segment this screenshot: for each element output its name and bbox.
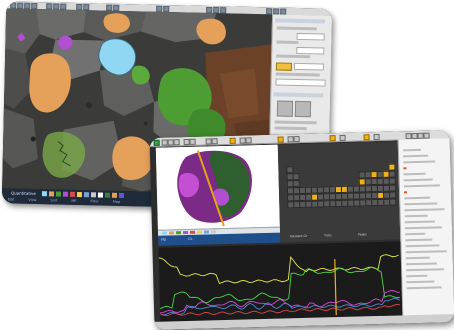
periodic-table-panel[interactable]: Element Gr Ticks Peaks bbox=[277, 141, 401, 243]
periodic-legend-label: Peaks bbox=[358, 232, 367, 237]
legend-swatch[interactable] bbox=[104, 192, 111, 198]
element-list-row[interactable] bbox=[403, 172, 426, 176]
settings-row bbox=[276, 40, 299, 44]
grain-image-panel[interactable] bbox=[155, 144, 280, 230]
element-list-row[interactable] bbox=[405, 232, 426, 236]
periodic-legend-label: Element Gr bbox=[290, 233, 308, 239]
legend-swatch[interactable] bbox=[111, 192, 118, 198]
settings-field[interactable] bbox=[296, 32, 325, 41]
element-list-row[interactable] bbox=[406, 268, 445, 272]
settings-field[interactable] bbox=[275, 78, 326, 87]
settings-field[interactable] bbox=[296, 46, 325, 55]
toolbar-icon[interactable] bbox=[423, 132, 430, 139]
toolbar-icon[interactable] bbox=[339, 134, 346, 141]
element-list-row[interactable] bbox=[403, 184, 440, 188]
settings-row bbox=[274, 126, 307, 131]
status-tab[interactable]: View bbox=[28, 198, 36, 202]
element-cell[interactable] bbox=[389, 198, 397, 206]
element-list-row[interactable] bbox=[406, 286, 442, 290]
element-list-row[interactable] bbox=[402, 148, 421, 152]
legend-swatch[interactable] bbox=[62, 191, 69, 197]
legend-swatch[interactable] bbox=[69, 191, 76, 197]
preview-box[interactable] bbox=[276, 100, 294, 117]
legend-swatch[interactable] bbox=[41, 191, 48, 197]
element-list-row[interactable] bbox=[404, 226, 443, 230]
color-swatch[interactable] bbox=[175, 231, 182, 235]
legend-swatch[interactable] bbox=[48, 191, 55, 197]
status-tab[interactable]: Sort bbox=[50, 198, 57, 202]
settings-field[interactable] bbox=[293, 62, 325, 71]
legend-swatch[interactable] bbox=[83, 192, 90, 198]
element-list-row[interactable] bbox=[404, 202, 438, 206]
toolbar-icon[interactable] bbox=[211, 137, 218, 144]
highlight-tool-icon[interactable] bbox=[277, 135, 284, 143]
element-list-row[interactable] bbox=[406, 280, 435, 284]
status-tab[interactable]: Filter bbox=[90, 199, 98, 203]
element-list-row[interactable] bbox=[403, 178, 433, 182]
settings-row bbox=[275, 72, 320, 77]
element-list-row[interactable] bbox=[403, 167, 407, 170]
color-swatch[interactable] bbox=[182, 230, 189, 235]
phase-legend bbox=[41, 191, 125, 199]
color-swatch[interactable] bbox=[203, 230, 210, 234]
element-list-row[interactable] bbox=[405, 250, 447, 254]
highlight-tool-icon[interactable] bbox=[363, 133, 370, 140]
color-swatch[interactable] bbox=[168, 231, 175, 235]
toolbar-icon[interactable] bbox=[189, 138, 196, 145]
settings-row bbox=[276, 26, 317, 31]
apply-button[interactable] bbox=[275, 62, 293, 71]
legend-swatch[interactable] bbox=[76, 191, 83, 198]
status-tab[interactable]: Map bbox=[113, 200, 120, 204]
spectrum-series-line bbox=[160, 290, 400, 314]
element-list-row[interactable] bbox=[404, 220, 435, 224]
element-list-panel bbox=[397, 138, 454, 324]
legend-swatch[interactable] bbox=[118, 192, 125, 199]
highlight-tool-icon[interactable] bbox=[329, 134, 336, 141]
status-tab[interactable]: Mfl bbox=[71, 199, 76, 203]
periodic-legend-label: Ticks bbox=[324, 233, 332, 238]
spectrum-series-line bbox=[158, 254, 399, 284]
element-list-row[interactable] bbox=[406, 274, 428, 278]
status-tabs: Edit View Sort Mfl Filter Map bbox=[8, 197, 120, 204]
element-list-row[interactable] bbox=[405, 262, 437, 266]
element-list-row[interactable] bbox=[403, 160, 436, 164]
element-list-row[interactable] bbox=[405, 256, 430, 260]
legend-swatch[interactable] bbox=[55, 191, 62, 197]
color-swatch[interactable] bbox=[161, 231, 168, 235]
analysis-window: FEI CL Element Gr Ticks Peaks bbox=[149, 130, 454, 330]
settings-row bbox=[274, 120, 317, 125]
settings-row bbox=[276, 54, 311, 59]
preview-box[interactable] bbox=[294, 100, 312, 118]
status-label: Quantitative bbox=[10, 190, 36, 197]
legend-swatch[interactable] bbox=[90, 192, 97, 198]
color-swatch[interactable] bbox=[189, 230, 196, 234]
panel-header bbox=[273, 92, 324, 98]
legend-swatch[interactable] bbox=[97, 192, 104, 198]
highlight-tool-icon[interactable] bbox=[229, 137, 236, 144]
toolbar-icon[interactable] bbox=[293, 135, 300, 142]
element-list-row[interactable] bbox=[405, 244, 440, 248]
toolbar-icon[interactable] bbox=[373, 133, 380, 140]
color-swatch[interactable] bbox=[196, 230, 203, 234]
element-list-row[interactable] bbox=[404, 208, 445, 212]
status-tab-cl[interactable]: CL bbox=[188, 237, 192, 241]
toolbar-icon[interactable] bbox=[245, 136, 252, 143]
element-list-row[interactable] bbox=[404, 214, 428, 218]
status-tab[interactable]: Edit bbox=[8, 197, 15, 201]
color-swatch[interactable] bbox=[210, 230, 217, 234]
element-list-row[interactable] bbox=[405, 238, 433, 242]
image-status-bar: FEI CL bbox=[158, 232, 281, 246]
status-tab-fei[interactable]: FEI bbox=[161, 238, 166, 242]
element-list-row[interactable] bbox=[403, 154, 429, 158]
element-list-row[interactable] bbox=[404, 196, 431, 200]
toolbar-icon[interactable] bbox=[173, 138, 180, 145]
graph-cursor[interactable] bbox=[334, 259, 337, 316]
spectrum-series-line bbox=[159, 266, 400, 310]
panel-header bbox=[274, 18, 326, 24]
app-icon bbox=[153, 139, 160, 146]
element-list-row[interactable] bbox=[404, 191, 408, 194]
spectrum-line-graph[interactable] bbox=[158, 241, 403, 322]
